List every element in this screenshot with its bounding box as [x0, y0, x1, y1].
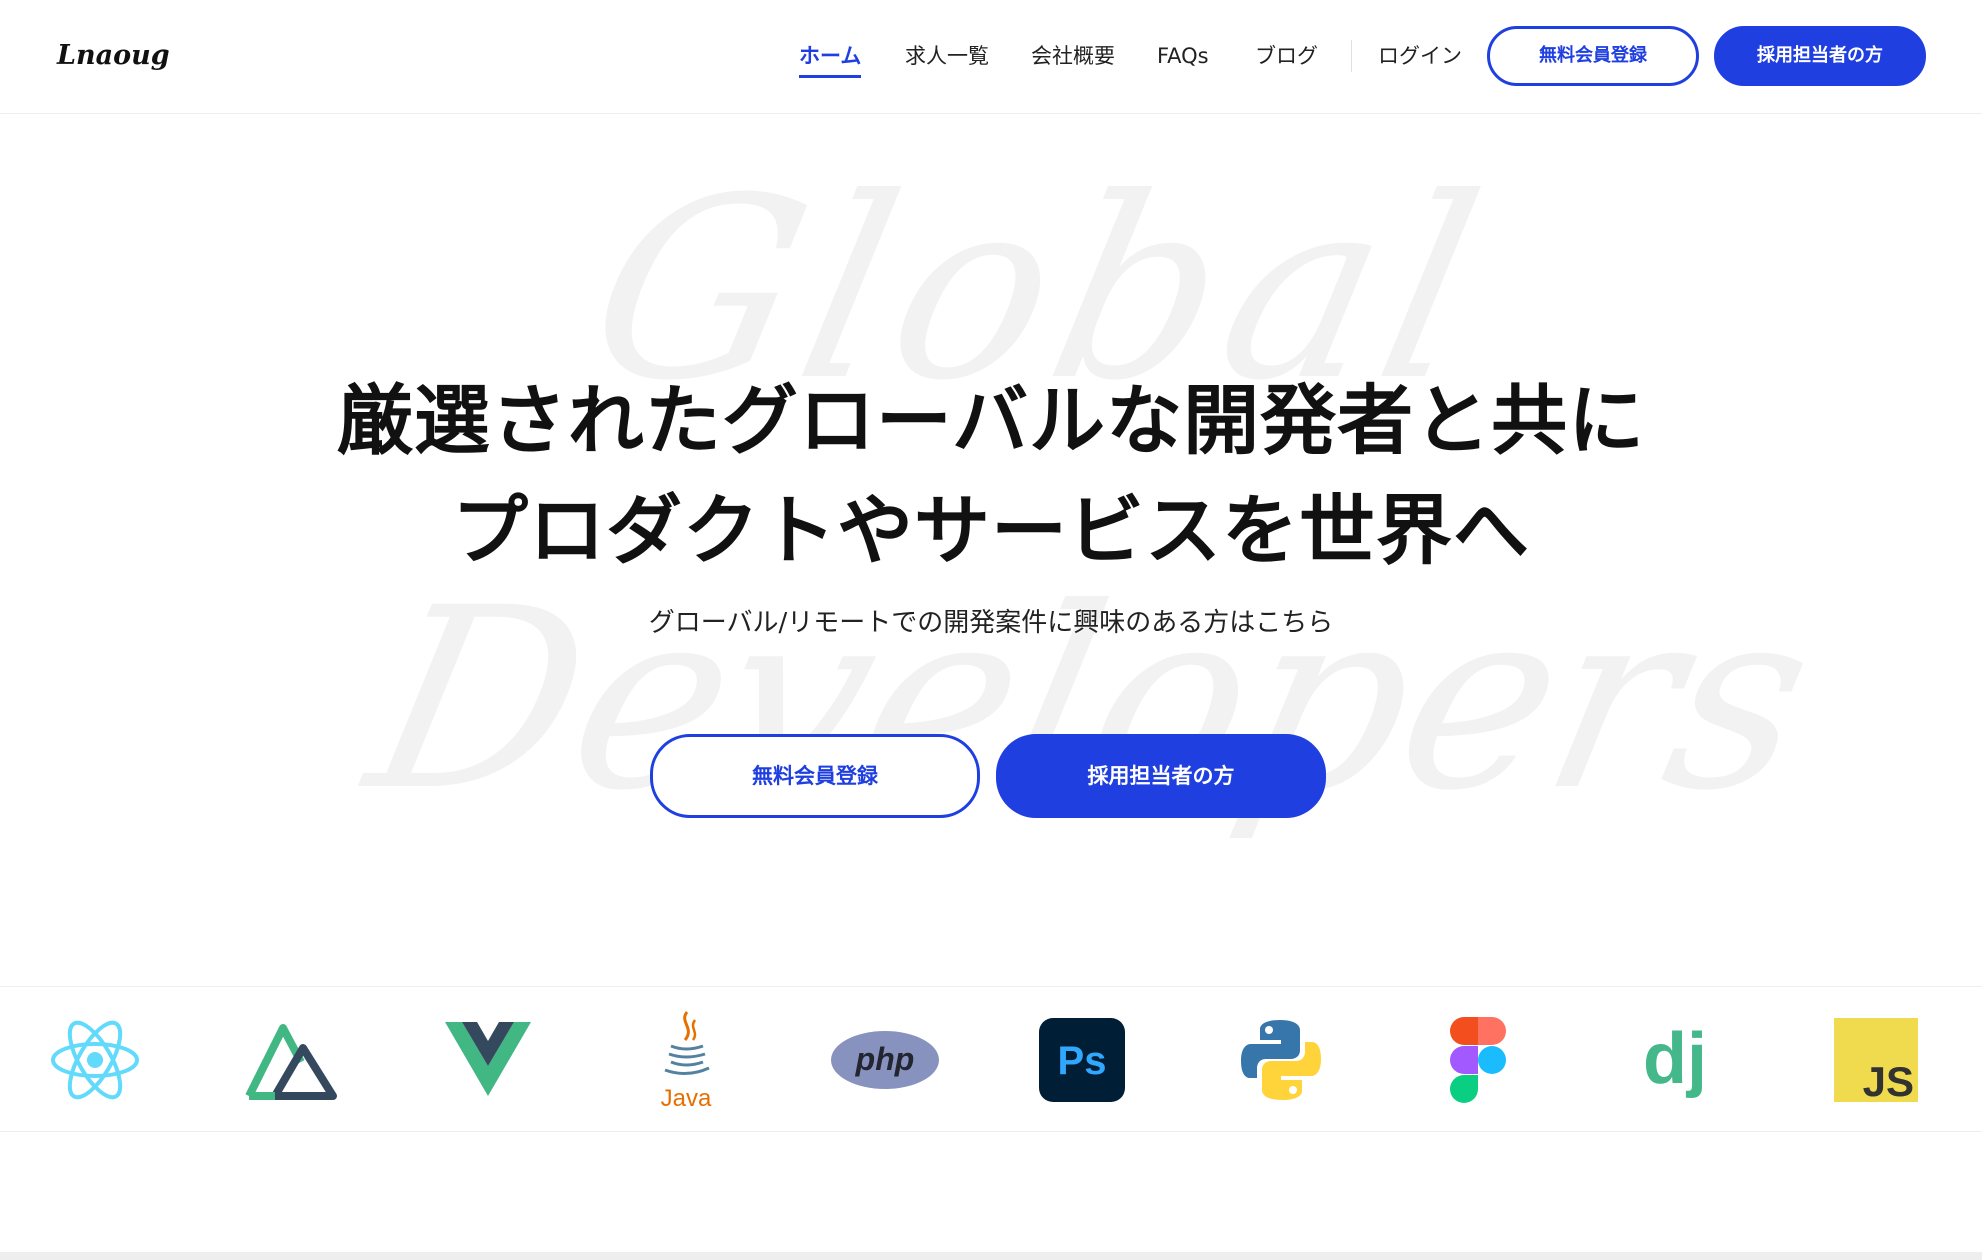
- svg-text:Lnaough: Lnaough: [56, 40, 170, 71]
- brand-logo[interactable]: Lnaough: [55, 34, 170, 78]
- svg-text:JS: JS: [1863, 1058, 1914, 1102]
- hero-headline-line-2: プロダクトやサービスを世界へ: [452, 486, 1530, 575]
- python-icon: [1231, 1013, 1331, 1107]
- vue-icon: [438, 1013, 538, 1107]
- nuxt-icon: [241, 1013, 341, 1107]
- tech-logo-strip: Java php Ps dj JS: [0, 986, 1982, 1132]
- nav-item-faqs[interactable]: FAQs: [1157, 38, 1209, 74]
- react-icon: [45, 1013, 145, 1107]
- svg-text:php: php: [855, 1041, 915, 1077]
- hero-headline-line-1: 厳選されたグローバルな開発者と共に: [336, 376, 1646, 465]
- site-header: Lnaough ホーム 求人一覧 会社概要 FAQs ブログ ログイン 無料会員…: [0, 0, 1982, 114]
- svg-text:Ps: Ps: [1058, 1039, 1107, 1083]
- photoshop-icon: Ps: [1032, 1013, 1132, 1107]
- nav-item-home[interactable]: ホーム: [799, 38, 862, 78]
- javascript-icon: JS: [1826, 1013, 1926, 1107]
- hero-section: Global Developers 厳選されたグローバルな開発者と共に プロダク…: [0, 114, 1982, 986]
- hero-register-button[interactable]: 無料会員登録: [650, 734, 980, 818]
- nav-item-jobs[interactable]: 求人一覧: [905, 38, 989, 74]
- nav-item-blog[interactable]: ブログ: [1255, 38, 1318, 74]
- django-icon: dj: [1625, 1013, 1725, 1107]
- svg-text:dj: dj: [1643, 1019, 1707, 1099]
- header-register-button[interactable]: 無料会員登録: [1487, 26, 1699, 86]
- bottom-edge: [0, 1252, 1982, 1260]
- svg-text:Java: Java: [661, 1085, 712, 1112]
- hero-subtitle: グローバル/リモートでの開発案件に興味のある方はこちら: [648, 608, 1334, 638]
- header-employer-button[interactable]: 採用担当者の方: [1714, 26, 1926, 86]
- figma-icon: [1428, 1013, 1528, 1107]
- nav-divider: [1351, 40, 1352, 72]
- nav-item-company[interactable]: 会社概要: [1031, 38, 1115, 74]
- hero-employer-button[interactable]: 採用担当者の方: [996, 734, 1326, 818]
- java-icon: Java: [636, 1011, 736, 1112]
- php-icon: php: [829, 1013, 941, 1107]
- logo-wordmark: Lnaough: [56, 40, 170, 71]
- login-link[interactable]: ログイン: [1378, 38, 1462, 74]
